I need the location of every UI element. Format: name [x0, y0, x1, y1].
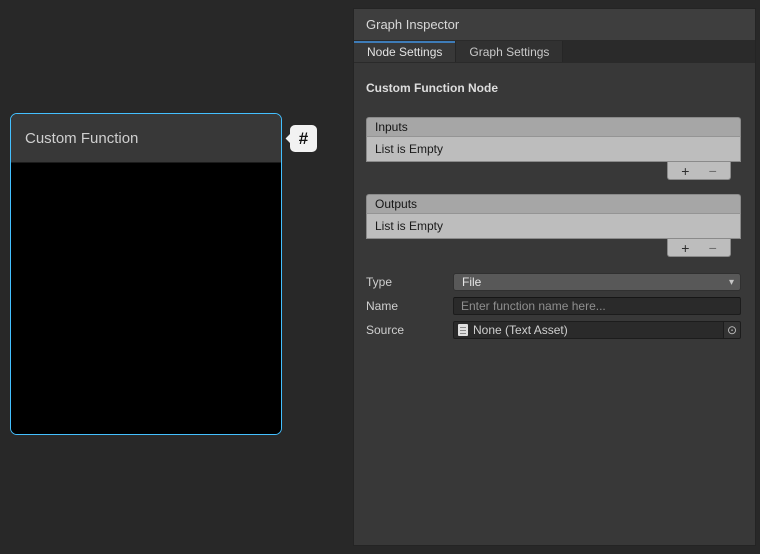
outputs-list-buttons: + − — [667, 239, 731, 257]
node-title: Custom Function — [25, 130, 138, 147]
name-row: Name — [366, 297, 741, 315]
name-label: Name — [366, 299, 453, 313]
type-row: Type File ▾ — [366, 273, 741, 291]
inputs-list-empty-row: List is Empty — [366, 137, 741, 162]
outputs-list-title: Outputs — [375, 197, 417, 211]
inspector-title-bar[interactable]: Graph Inspector — [354, 9, 755, 41]
source-label: Source — [366, 323, 453, 337]
node-settings-form: Type File ▾ Name Source None (Text Asset… — [366, 273, 741, 339]
inspector-title: Graph Inspector — [366, 17, 459, 32]
text-asset-icon — [458, 324, 468, 336]
type-dropdown-value: File — [462, 275, 481, 289]
add-input-button[interactable]: + — [675, 164, 695, 178]
type-label: Type — [366, 275, 453, 289]
tab-node-settings-label: Node Settings — [367, 45, 442, 59]
source-object-field[interactable]: None (Text Asset) ⊙ — [453, 321, 741, 339]
inputs-list-title: Inputs — [375, 120, 408, 134]
custom-function-node[interactable]: Custom Function — [10, 113, 282, 435]
node-preview-area — [11, 163, 281, 435]
inputs-empty-label: List is Empty — [375, 142, 443, 156]
function-name-input[interactable] — [453, 297, 741, 315]
add-output-button[interactable]: + — [675, 241, 695, 255]
outputs-list-header: Outputs — [366, 194, 741, 214]
remove-output-button[interactable]: − — [703, 241, 723, 255]
chevron-down-icon: ▾ — [729, 277, 734, 288]
graph-inspector-panel: Graph Inspector Node Settings Graph Sett… — [353, 8, 756, 546]
outputs-list-footer: + − — [366, 239, 741, 257]
inputs-list-buttons: + − — [667, 162, 731, 180]
tab-graph-settings[interactable]: Graph Settings — [456, 41, 563, 62]
source-row: Source None (Text Asset) ⊙ — [366, 321, 741, 339]
inputs-list-header: Inputs — [366, 117, 741, 137]
outputs-list-empty-row: List is Empty — [366, 214, 741, 239]
section-title: Custom Function Node — [366, 81, 741, 95]
hash-badge[interactable]: # — [290, 125, 317, 152]
inspector-tabbar: Node Settings Graph Settings — [354, 41, 755, 63]
outputs-list: Outputs List is Empty + − — [366, 194, 741, 257]
node-header[interactable]: Custom Function — [11, 114, 281, 163]
tab-graph-settings-label: Graph Settings — [469, 45, 549, 59]
hash-icon: # — [299, 129, 308, 149]
shader-graph-window: Custom Function # Graph Inspector Node S… — [0, 0, 760, 554]
tab-node-settings[interactable]: Node Settings — [354, 41, 456, 62]
hash-badge-tail — [286, 134, 296, 144]
inspector-content: Custom Function Node Inputs List is Empt… — [354, 63, 755, 339]
object-picker-icon[interactable]: ⊙ — [723, 322, 740, 338]
outputs-empty-label: List is Empty — [375, 219, 443, 233]
type-dropdown[interactable]: File ▾ — [453, 273, 741, 291]
source-object-value: None (Text Asset) — [473, 323, 723, 337]
remove-input-button[interactable]: − — [703, 164, 723, 178]
inputs-list-footer: + − — [366, 162, 741, 180]
inputs-list: Inputs List is Empty + − — [366, 117, 741, 180]
